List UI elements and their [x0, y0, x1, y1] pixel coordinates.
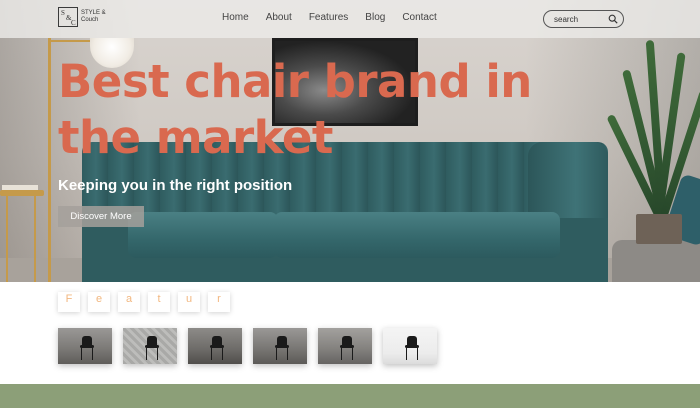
search-icon[interactable] — [608, 14, 618, 24]
search-box — [543, 10, 624, 28]
chair-legs — [81, 348, 93, 360]
nav-link-home[interactable]: Home — [222, 12, 249, 23]
hero-section: Best chair brand in the market Keeping y… — [0, 0, 700, 282]
logo-letter-c: C — [71, 19, 76, 27]
logo-mark: S & C — [58, 7, 78, 27]
chair-legs — [146, 348, 158, 360]
feature-thumbnail-2[interactable] — [123, 328, 177, 364]
feature-letter: t — [148, 292, 170, 312]
feature-thumbnail-3[interactable] — [188, 328, 242, 364]
side-table-legs — [6, 196, 36, 282]
chair-legs — [406, 348, 418, 360]
nav-link-features[interactable]: Features — [309, 12, 348, 23]
feature-letter: u — [178, 292, 200, 312]
floor-lamp-pole — [48, 38, 51, 282]
plant-pot — [636, 214, 682, 244]
hero-title: Best chair brand in the market — [58, 55, 532, 164]
nav-link-contact[interactable]: Contact — [402, 12, 436, 23]
feature-letter: e — [88, 292, 110, 312]
feature-letter: a — [118, 292, 140, 312]
nav-link-blog[interactable]: Blog — [365, 12, 385, 23]
sofa-cushion — [128, 212, 278, 258]
search-input[interactable] — [554, 14, 609, 25]
chair-legs — [341, 348, 353, 360]
armchair — [612, 240, 700, 282]
brand-name-line2: Couch — [81, 17, 99, 23]
feature-letter: F — [58, 292, 80, 312]
sofa-cushion — [404, 212, 560, 258]
discover-more-button[interactable]: Discover More — [58, 206, 144, 227]
navbar: S & C STYLE & Couch Home About Features … — [0, 0, 700, 38]
feature-letter: r — [208, 292, 230, 312]
brand-name-line1: STYLE & — [81, 10, 106, 16]
nav-link-about[interactable]: About — [266, 12, 292, 23]
feature-thumbnail-4[interactable] — [253, 328, 307, 364]
footer-band — [0, 384, 700, 408]
logo-letter-s: S — [61, 9, 65, 17]
brand-logo[interactable]: S & C STYLE & Couch — [58, 7, 106, 27]
feature-heading: F e a t u r — [58, 292, 238, 312]
feature-gallery — [58, 328, 448, 364]
nav-menu: Home About Features Blog Contact — [222, 12, 454, 23]
hero-subtitle: Keeping you in the right position — [58, 177, 293, 194]
feature-thumbnail-1[interactable] — [58, 328, 112, 364]
brand-name: STYLE & Couch — [81, 10, 106, 24]
floor-lamp-arm — [51, 40, 91, 42]
chair-legs — [211, 348, 223, 360]
feature-thumbnail-5[interactable] — [318, 328, 372, 364]
chair-legs — [276, 348, 288, 360]
feature-thumbnail-6[interactable] — [383, 328, 437, 364]
sofa-cushion — [274, 212, 418, 258]
